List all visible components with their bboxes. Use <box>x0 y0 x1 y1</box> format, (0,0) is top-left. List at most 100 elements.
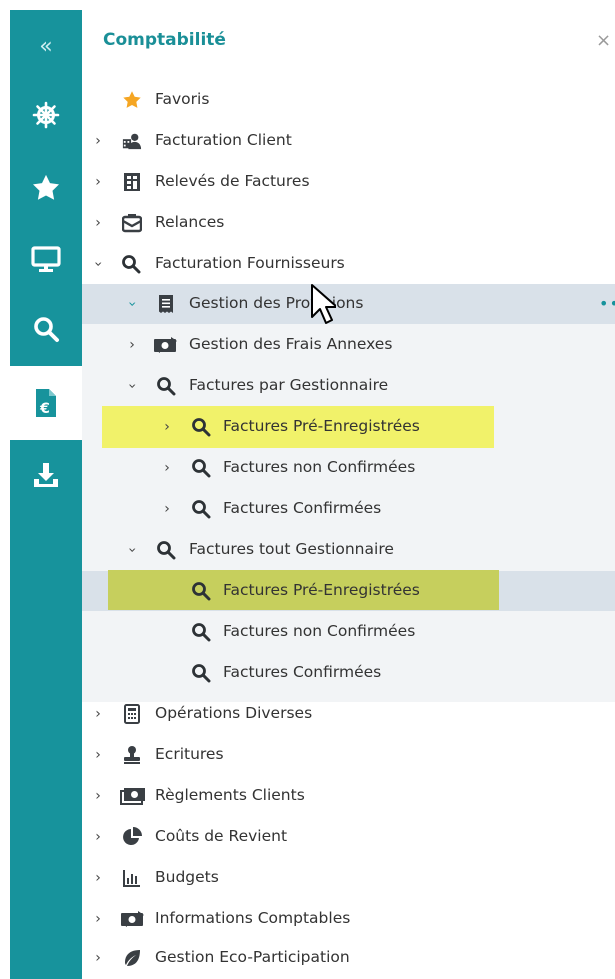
calculator-icon <box>122 704 142 724</box>
search-nav-button[interactable] <box>10 301 82 357</box>
money-transfer-icon <box>153 335 179 355</box>
chevron-right-icon[interactable]: › <box>126 337 138 353</box>
tree-item-label: Relevés de Factures <box>155 172 310 190</box>
tree-item-fpg-confirmees[interactable]: › Factures Confirmées <box>82 489 615 529</box>
chevron-right-icon[interactable]: › <box>92 870 104 886</box>
tree-item-label: Opérations Diverses <box>155 704 313 722</box>
star-icon <box>122 90 142 110</box>
tree-item-facturation-client[interactable]: › Facturation Client <box>82 121 615 161</box>
tree-item-label: Informations Comptables <box>155 909 351 927</box>
search-icon <box>156 540 176 560</box>
tree-item-label: Budgets <box>155 868 219 886</box>
tree-item-ftg-confirmees[interactable]: Factures Confirmées <box>82 653 615 693</box>
tree-item-facturation-fournisseurs[interactable]: › Facturation Fournisseurs <box>82 244 615 284</box>
tree-item-gestion-provisions[interactable]: › Gestion des Provisions •• <box>82 284 615 324</box>
tree-item-factures-par-gestionnaire[interactable]: › Factures par Gestionnaire <box>82 366 615 406</box>
tree-item-label: Règlements Clients <box>155 786 305 804</box>
sidebar-rail: « € <box>10 10 82 979</box>
tree-item-label: Facturation Fournisseurs <box>155 254 345 272</box>
helm-nav-button[interactable] <box>10 87 82 143</box>
pie-chart-icon <box>122 827 142 847</box>
tree-item-informations-comptables[interactable]: › Informations Comptables <box>82 899 615 939</box>
chevron-right-icon[interactable]: › <box>92 133 104 149</box>
tree-item-reglements-clients[interactable]: › Règlements Clients <box>82 776 615 816</box>
tree-item-label: Factures non Confirmées <box>223 622 416 640</box>
search-icon <box>156 376 176 396</box>
download-icon <box>34 463 58 487</box>
tree-item-budgets[interactable]: › Budgets <box>82 858 615 898</box>
client-icon <box>122 131 142 151</box>
tree-item-fpg-non-confirmees[interactable]: › Factures non Confirmées <box>82 448 615 488</box>
search-icon <box>191 458 211 478</box>
desktop-nav-button[interactable] <box>10 232 82 288</box>
chevron-right-icon[interactable]: › <box>161 460 173 476</box>
tree-item-fpg-pre-enregistrees[interactable]: › Factures Pré-Enregistrées <box>82 407 615 447</box>
collapse-sidebar-button[interactable]: « <box>10 18 82 74</box>
tree-item-label: Factures tout Gestionnaire <box>189 540 394 558</box>
tree-item-gestion-frais-annexes[interactable]: › Gestion des Frais Annexes <box>82 325 615 365</box>
tree-item-ftg-pre-enregistrees[interactable]: Factures Pré-Enregistrées <box>82 571 615 611</box>
left-gutter <box>0 0 10 979</box>
tree-item-factures-tout-gestionnaire[interactable]: › Factures tout Gestionnaire <box>82 530 615 570</box>
tree-item-gestion-eco-participation[interactable]: › Gestion Eco-Participation <box>82 938 615 978</box>
mouse-cursor-icon <box>311 284 336 324</box>
tree-item-label: Factures Pré-Enregistrées <box>223 581 420 599</box>
chevron-right-icon[interactable]: › <box>92 174 104 190</box>
chevron-right-icon[interactable]: › <box>92 747 104 763</box>
chevron-right-icon[interactable]: › <box>161 419 173 435</box>
tree-item-ftg-non-confirmees[interactable]: Factures non Confirmées <box>82 612 615 652</box>
chevron-right-icon[interactable]: › <box>92 788 104 804</box>
tree-item-operations-diverses[interactable]: › Opérations Diverses <box>82 694 615 734</box>
tree-item-releves-factures[interactable]: › Relevés de Factures <box>82 162 615 202</box>
tree-item-label: Factures par Gestionnaire <box>189 376 389 394</box>
tree-item-label: Gestion Eco-Participation <box>155 948 350 966</box>
accounting-nav-button[interactable]: € <box>10 366 82 440</box>
chevron-right-icon[interactable]: › <box>92 215 104 231</box>
bar-chart-icon <box>122 868 142 888</box>
close-icon[interactable]: × <box>596 30 611 51</box>
download-nav-button[interactable] <box>10 447 82 503</box>
money-icon <box>120 786 146 806</box>
search-icon <box>191 499 211 519</box>
invoice-euro-icon: € <box>36 389 56 417</box>
search-icon <box>191 622 211 642</box>
panel-title: Comptabilité <box>103 30 226 50</box>
favorites-nav-button[interactable] <box>10 160 82 216</box>
tree-item-label: Factures Confirmées <box>223 499 382 517</box>
tree-item-favoris[interactable]: Favoris <box>82 80 615 120</box>
tree-item-relances[interactable]: › Relances <box>82 203 615 243</box>
chevron-right-icon[interactable]: › <box>161 501 173 517</box>
tree-item-label: Relances <box>155 213 225 231</box>
search-icon <box>191 417 211 437</box>
helm-icon <box>32 101 60 129</box>
tree-item-label: Coûts de Revient <box>155 827 288 845</box>
chevron-down-icon[interactable]: › <box>90 258 106 270</box>
search-icon <box>191 581 211 601</box>
chevron-right-icon[interactable]: › <box>92 706 104 722</box>
tree-item-couts-revient[interactable]: › Coûts de Revient <box>82 817 615 857</box>
chevron-down-icon[interactable]: › <box>124 544 140 556</box>
reminder-icon <box>122 213 142 233</box>
chevron-down-icon[interactable]: › <box>124 380 140 392</box>
chevron-right-icon[interactable]: › <box>92 911 104 927</box>
more-options-icon[interactable]: •• <box>599 294 615 313</box>
tree-item-label: Gestion des Frais Annexes <box>189 335 393 353</box>
receipt-icon <box>156 294 176 314</box>
tree-item-label: Facturation Client <box>155 131 292 149</box>
monitor-icon <box>31 246 61 272</box>
tree-item-ecritures[interactable]: › Ecritures <box>82 735 615 775</box>
svg-text:€: € <box>39 401 50 417</box>
accounting-panel: Comptabilité × Favoris › Facturation Cli… <box>82 10 615 979</box>
chevron-down-icon[interactable]: › <box>124 298 140 310</box>
leaf-icon <box>122 948 142 968</box>
tree-item-label: Ecritures <box>155 745 224 763</box>
chevron-right-icon[interactable]: › <box>92 950 104 966</box>
double-chevron-left-icon: « <box>39 33 53 59</box>
money-transfer-icon <box>120 909 146 929</box>
star-icon <box>33 174 59 200</box>
tree-item-label: Favoris <box>155 90 210 108</box>
tree-item-label: Gestion des Provisions <box>189 294 364 312</box>
stamp-icon <box>122 745 142 765</box>
chevron-right-icon[interactable]: › <box>92 829 104 845</box>
statement-icon <box>122 172 142 192</box>
